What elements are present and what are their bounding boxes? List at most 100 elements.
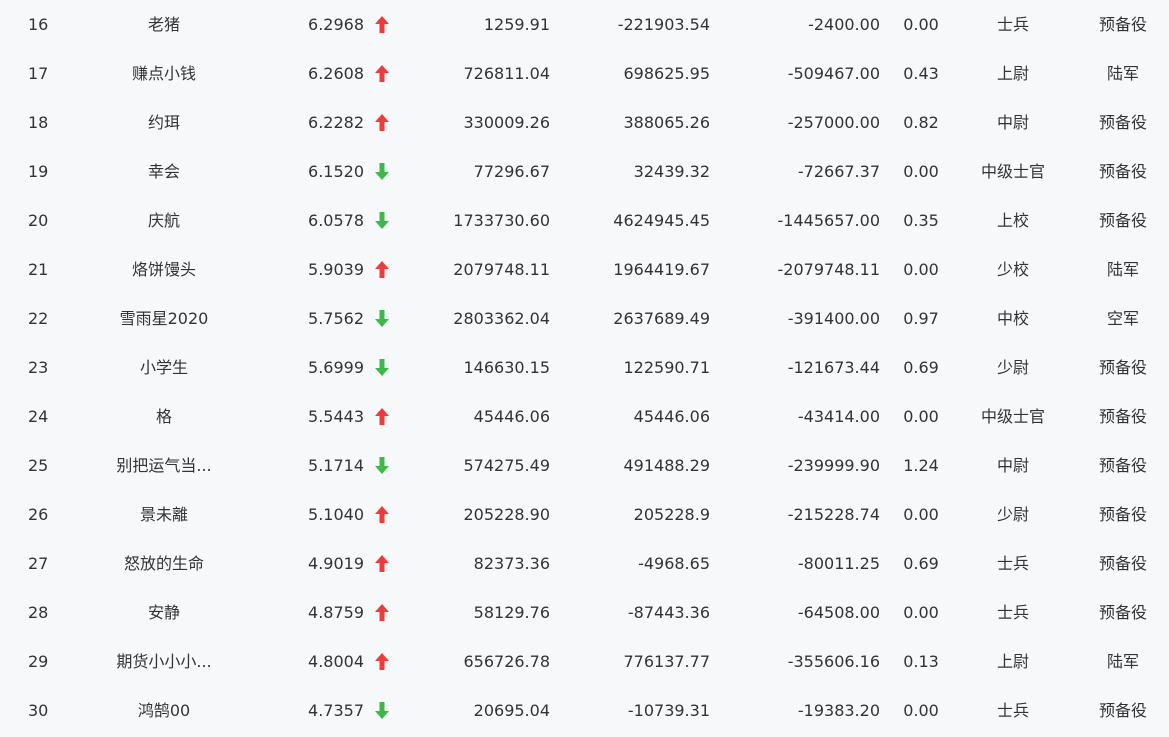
trader-name-cell: 幸会	[147, 162, 180, 181]
service-type-cell: 预备役	[1098, 407, 1147, 426]
value-3-cell: -2079748.11	[777, 260, 880, 279]
service-type-cell: 陆军	[1106, 64, 1139, 83]
value-2-cell: 776137.77	[623, 652, 710, 671]
ratio-cell: 0.69	[903, 358, 939, 377]
service-type-cell: 预备役	[1098, 15, 1147, 34]
table-row[interactable]: 18 约珥 6.2282 330009.26 388065.26 -257000.00 0.…	[0, 98, 1169, 147]
arrow-up-icon	[373, 98, 391, 147]
arrow-up-icon	[373, 539, 391, 588]
military-rank-cell: 少尉	[996, 505, 1029, 524]
trader-name-cell: 烙饼馒头	[131, 260, 196, 279]
service-type-cell: 预备役	[1098, 554, 1147, 573]
rank-cell: 23	[28, 358, 49, 377]
trader-name-cell: 怒放的生命	[123, 554, 204, 573]
military-rank-cell: 中校	[996, 309, 1029, 328]
value-3-cell: -391400.00	[787, 309, 880, 328]
rank-cell: 28	[28, 603, 49, 622]
arrow-up-icon	[373, 637, 391, 686]
trader-name-cell: 老猪	[147, 15, 180, 34]
ratio-cell: 0.82	[903, 113, 939, 132]
value-3-cell: -239999.90	[787, 456, 880, 475]
table-row[interactable]: 25 别把运气当... 5.1714 574275.49 491488.29 -23999…	[0, 441, 1169, 490]
score-cell: 5.7562	[308, 309, 364, 328]
rank-cell: 26	[28, 505, 49, 524]
ratio-cell: 0.43	[903, 64, 939, 83]
table-row[interactable]: 28 安静 4.8759 58129.76 -87443.36 -64508.00 0.00…	[0, 588, 1169, 637]
score-cell: 4.8004	[308, 652, 364, 671]
table-row[interactable]: 17 赚点小钱 6.2608 726811.04 698625.95 -509467.00…	[0, 49, 1169, 98]
arrow-up-icon	[373, 392, 391, 441]
table-row[interactable]: 27 怒放的生命 4.9019 82373.36 -4968.65 -80011.25 0.…	[0, 539, 1169, 588]
table-row[interactable]: 29 期货小小小... 4.8004 656726.78 776137.77 -35560…	[0, 637, 1169, 686]
ratio-cell: 0.00	[903, 162, 939, 181]
value-2-cell: -221903.54	[617, 15, 710, 34]
value-1-cell: 574275.49	[463, 456, 550, 475]
trader-name-cell: 鸿鹄00	[137, 701, 191, 720]
table-row[interactable]: 20 庆航 6.0578 1733730.60 4624945.45 -1445657.0…	[0, 196, 1169, 245]
arrow-down-icon	[373, 294, 391, 343]
table-row[interactable]: 26 景未離 5.1040 205228.90 205228.9 -215228.74 0.…	[0, 490, 1169, 539]
value-2-cell: 4624945.45	[613, 211, 710, 230]
military-rank-cell: 士兵	[996, 603, 1029, 622]
ratio-cell: 0.00	[903, 505, 939, 524]
rank-cell: 16	[28, 15, 49, 34]
rank-cell: 17	[28, 64, 49, 83]
trader-name-cell: 赚点小钱	[131, 64, 196, 83]
trader-name-cell: 约珥	[147, 113, 180, 132]
table-row[interactable]: 22 雪雨星2020 5.7562 2803362.04 2637689.49 -3914…	[0, 294, 1169, 343]
military-rank-cell: 少尉	[996, 358, 1029, 377]
score-cell: 4.7357	[308, 701, 364, 720]
arrow-down-icon	[373, 343, 391, 392]
rank-cell: 24	[28, 407, 49, 426]
rank-cell: 18	[28, 113, 49, 132]
rank-cell: 30	[28, 701, 49, 720]
ratio-cell: 0.00	[903, 701, 939, 720]
military-rank-cell: 中级士官	[980, 162, 1045, 181]
value-1-cell: 82373.36	[473, 554, 550, 573]
ratio-cell: 0.00	[903, 260, 939, 279]
service-type-cell: 陆军	[1106, 652, 1139, 671]
ranking-table: 16 老猪 6.2968 1259.91 -221903.54 -2400.00 0.00 士…	[0, 0, 1169, 735]
military-rank-cell: 士兵	[996, 554, 1029, 573]
table-row[interactable]: 23 小学生 5.6999 146630.15 122590.71 -121673.44 0…	[0, 343, 1169, 392]
score-cell: 5.1040	[308, 505, 364, 524]
value-1-cell: 330009.26	[463, 113, 550, 132]
trader-name-cell: 期货小小小...	[116, 652, 212, 671]
value-1-cell: 1733730.60	[453, 211, 550, 230]
value-3-cell: -72667.37	[797, 162, 880, 181]
ratio-cell: 0.13	[903, 652, 939, 671]
rank-cell: 19	[28, 162, 49, 181]
table-row[interactable]: 19 幸会 6.1520 77296.67 32439.32 -72667.37 0.00 中…	[0, 147, 1169, 196]
ratio-cell: 0.69	[903, 554, 939, 573]
rank-cell: 20	[28, 211, 49, 230]
score-cell: 6.2282	[308, 113, 364, 132]
service-type-cell: 陆军	[1106, 260, 1139, 279]
trader-name-cell: 庆航	[147, 211, 180, 230]
value-2-cell: 205228.9	[633, 505, 710, 524]
score-cell: 5.6999	[308, 358, 364, 377]
arrow-up-icon	[373, 49, 391, 98]
military-rank-cell: 中尉	[996, 456, 1029, 475]
arrow-up-icon	[373, 588, 391, 637]
value-2-cell: -10739.31	[627, 701, 710, 720]
value-2-cell: 491488.29	[623, 456, 710, 475]
value-1-cell: 726811.04	[463, 64, 550, 83]
value-2-cell: 1964419.67	[613, 260, 710, 279]
value-3-cell: -2400.00	[808, 15, 880, 34]
score-cell: 4.9019	[308, 554, 364, 573]
arrow-up-icon	[373, 0, 391, 49]
trader-name-cell: 安静	[147, 603, 180, 622]
trader-name-cell: 雪雨星2020	[119, 309, 209, 328]
table-row[interactable]: 21 烙饼馒头 5.9039 2079748.11 1964419.67 -2079748…	[0, 245, 1169, 294]
value-3-cell: -19383.20	[797, 701, 880, 720]
military-rank-cell: 少校	[996, 260, 1029, 279]
score-cell: 5.5443	[308, 407, 364, 426]
service-type-cell: 预备役	[1098, 505, 1147, 524]
table-row[interactable]: 24 格 5.5443 45446.06 45446.06 -43414.00 0.00 中级…	[0, 392, 1169, 441]
table-row[interactable]: 16 老猪 6.2968 1259.91 -221903.54 -2400.00 0.00 士…	[0, 0, 1169, 49]
ratio-cell: 0.00	[903, 407, 939, 426]
table-row[interactable]: 30 鸿鹄00 4.7357 20695.04 -10739.31 -19383.20 0.…	[0, 686, 1169, 735]
arrow-down-icon	[373, 196, 391, 245]
value-2-cell: -87443.36	[627, 603, 710, 622]
ratio-cell: 0.35	[903, 211, 939, 230]
